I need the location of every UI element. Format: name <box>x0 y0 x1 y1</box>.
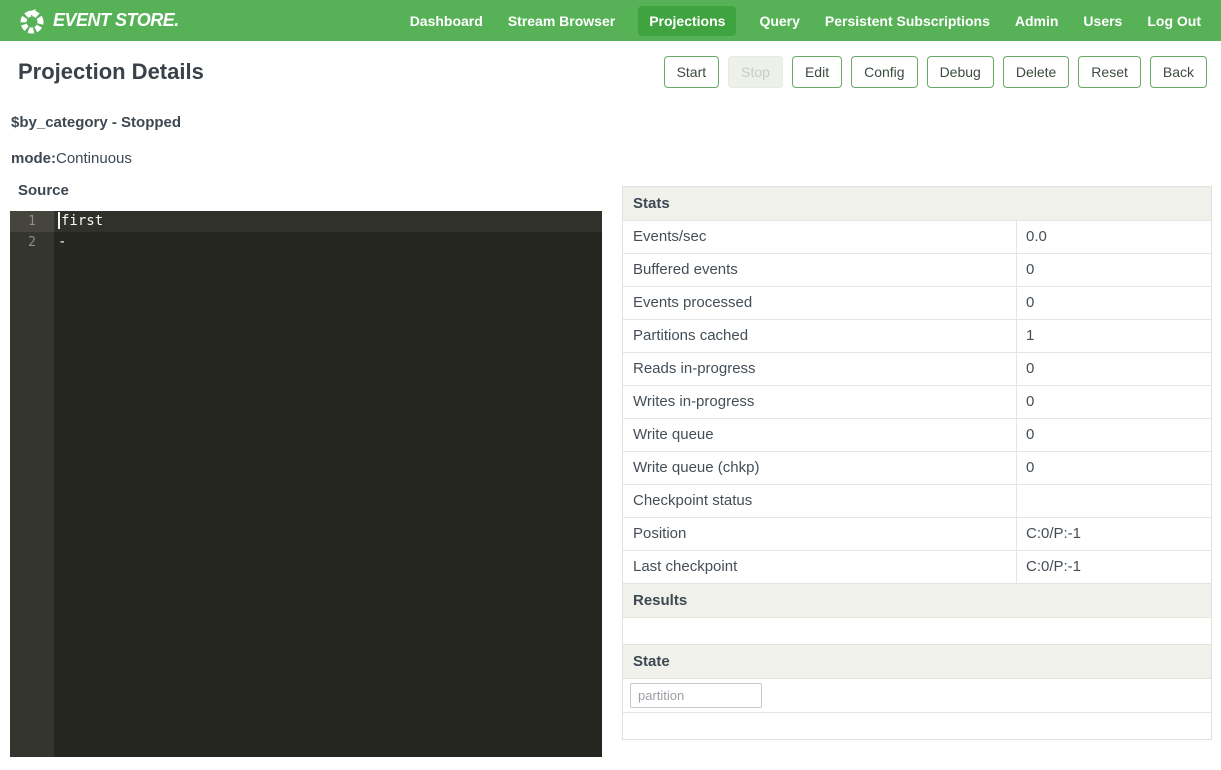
editor-line: 1 first <box>10 211 602 232</box>
nav-item-users[interactable]: Users <box>1081 6 1124 36</box>
results-empty-row <box>623 617 1211 644</box>
stat-value: C:0/P:-1 <box>1017 518 1211 550</box>
stat-label: Events/sec <box>623 221 1017 253</box>
nav-item-admin[interactable]: Admin <box>1013 6 1061 36</box>
stat-value: 0.0 <box>1017 221 1211 253</box>
editor-line: 2 - <box>10 232 602 253</box>
table-row: Events/sec 0.0 <box>623 220 1211 253</box>
stat-label: Events processed <box>623 287 1017 319</box>
stat-value: 0 <box>1017 452 1211 484</box>
nav-item-projections[interactable]: Projections <box>638 6 736 36</box>
table-row: Buffered events 0 <box>623 253 1211 286</box>
back-button[interactable]: Back <box>1150 56 1207 88</box>
details-tables: Stats Events/sec 0.0 Buffered events 0 E… <box>622 186 1212 740</box>
page-head: Projection Details Start Stop Edit Confi… <box>0 41 1221 88</box>
stat-value: 0 <box>1017 287 1211 319</box>
mode-line: mode:Continuous <box>11 150 1221 167</box>
page-title: Projection Details <box>18 59 204 85</box>
editor-lines: 1 first 2 - <box>10 211 602 253</box>
table-row: Last checkpoint C:0/P:-1 <box>623 550 1211 583</box>
stat-value: C:0/P:-1 <box>1017 551 1211 583</box>
table-row: Writes in-progress 0 <box>623 385 1211 418</box>
stat-label: Last checkpoint <box>623 551 1017 583</box>
stat-value: 0 <box>1017 419 1211 451</box>
stat-value: 0 <box>1017 254 1211 286</box>
brand-text: EVENT STORE. <box>53 10 179 31</box>
content: Source 1 first 2 - Stats Events/sec 0.0 <box>10 182 1212 757</box>
table-row: Partitions cached 1 <box>623 319 1211 352</box>
stat-label: Writes in-progress <box>623 386 1017 418</box>
code-text: - <box>54 232 602 253</box>
brand[interactable]: EVENT STORE. <box>18 7 179 35</box>
stat-label: Write queue <box>623 419 1017 451</box>
results-section-header: Results <box>623 583 1211 617</box>
source-label: Source <box>18 182 602 199</box>
details-panel: Stats Events/sec 0.0 Buffered events 0 E… <box>622 186 1212 740</box>
nav-item-log-out[interactable]: Log Out <box>1145 6 1203 36</box>
state-empty-row <box>623 712 1211 739</box>
line-number: 2 <box>10 232 54 253</box>
event-store-logo-icon <box>18 7 46 35</box>
stat-label: Reads in-progress <box>623 353 1017 385</box>
delete-button[interactable]: Delete <box>1003 56 1069 88</box>
nav-item-persistent-subscriptions[interactable]: Persistent Subscriptions <box>823 6 992 36</box>
config-button[interactable]: Config <box>851 56 917 88</box>
table-row: Events processed 0 <box>623 286 1211 319</box>
stat-value: 1 <box>1017 320 1211 352</box>
nav-item-stream-browser[interactable]: Stream Browser <box>506 6 617 36</box>
projection-status-heading: $by_category - Stopped <box>11 114 1221 131</box>
nav-links: Dashboard Stream Browser Projections Que… <box>408 6 1203 36</box>
stop-button: Stop <box>728 56 783 88</box>
mode-label: mode: <box>11 150 56 167</box>
stat-value: 0 <box>1017 353 1211 385</box>
table-row: Reads in-progress 0 <box>623 352 1211 385</box>
stat-label: Checkpoint status <box>623 485 1017 517</box>
line-number: 1 <box>10 211 54 232</box>
stat-label: Buffered events <box>623 254 1017 286</box>
edit-button[interactable]: Edit <box>792 56 842 88</box>
toolbar: Start Stop Edit Config Debug Delete Rese… <box>664 56 1207 88</box>
debug-button[interactable]: Debug <box>927 56 994 88</box>
source-code-editor[interactable]: 1 first 2 - <box>10 211 602 757</box>
stat-label: Position <box>623 518 1017 550</box>
source-panel: Source 1 first 2 - <box>10 182 602 757</box>
state-section-header: State <box>623 644 1211 678</box>
editor-gutter <box>10 211 54 757</box>
table-row: Write queue 0 <box>623 418 1211 451</box>
text-cursor <box>58 212 60 229</box>
state-partition-row <box>623 678 1211 712</box>
stat-label: Write queue (chkp) <box>623 452 1017 484</box>
partition-input[interactable] <box>630 683 762 708</box>
stat-label: Partitions cached <box>623 320 1017 352</box>
code-text: first <box>54 211 602 232</box>
stat-value <box>1017 485 1211 517</box>
table-row: Checkpoint status <box>623 484 1211 517</box>
stat-value: 0 <box>1017 386 1211 418</box>
table-row: Position C:0/P:-1 <box>623 517 1211 550</box>
nav-item-query[interactable]: Query <box>757 6 801 36</box>
table-row: Write queue (chkp) 0 <box>623 451 1211 484</box>
stats-section-header: Stats <box>623 187 1211 220</box>
start-button[interactable]: Start <box>664 56 720 88</box>
nav-item-dashboard[interactable]: Dashboard <box>408 6 485 36</box>
mode-value: Continuous <box>56 150 132 167</box>
reset-button[interactable]: Reset <box>1078 56 1141 88</box>
top-navbar: EVENT STORE. Dashboard Stream Browser Pr… <box>0 0 1221 41</box>
